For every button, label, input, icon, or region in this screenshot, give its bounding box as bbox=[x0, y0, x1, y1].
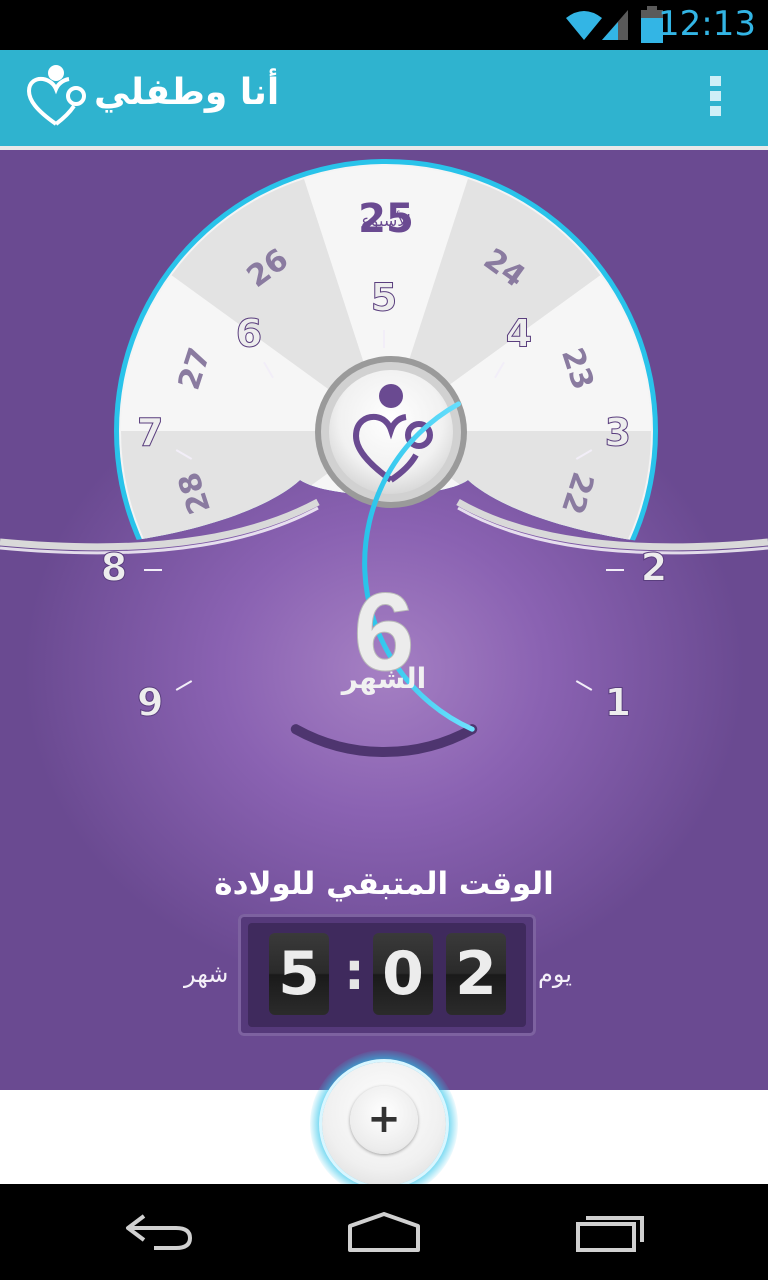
week-label: الأسبوع bbox=[361, 210, 411, 231]
month-tick bbox=[175, 680, 193, 691]
status-bar: 12:13 bbox=[0, 0, 768, 50]
add-button-label: + bbox=[350, 1086, 418, 1154]
pregnancy-tracker-panel: 29 28 27 26 25 الأسبوع 24 23 22 21 123456789 bbox=[0, 150, 768, 1090]
week-number[interactable]: 21 bbox=[477, 567, 531, 620]
month-number[interactable]: 2 bbox=[640, 545, 667, 590]
month-number[interactable]: 6 bbox=[235, 311, 262, 356]
home-icon[interactable] bbox=[346, 1210, 422, 1254]
month-number[interactable]: 9 bbox=[136, 680, 163, 725]
month-number[interactable]: 8 bbox=[100, 545, 127, 590]
recent-apps-icon[interactable] bbox=[574, 1210, 646, 1254]
month-number[interactable]: 7 bbox=[136, 410, 163, 455]
months-digit: 5 bbox=[269, 933, 329, 1015]
signal-icon bbox=[602, 10, 628, 40]
month-number[interactable]: 5 bbox=[370, 275, 397, 320]
back-icon[interactable] bbox=[124, 1210, 196, 1254]
countdown-title: الوقت المتبقي للولادة bbox=[214, 866, 554, 902]
wifi-icon bbox=[566, 11, 602, 40]
mother-baby-heart-logo bbox=[26, 65, 86, 126]
wheel-hub[interactable] bbox=[315, 356, 467, 508]
month-number[interactable]: 1 bbox=[604, 680, 631, 725]
month-unit-label: شهر bbox=[184, 960, 229, 988]
days-tens-digit: 0 bbox=[373, 933, 433, 1015]
status-time: 12:13 bbox=[658, 4, 756, 44]
countdown-display: 5 : 0 2 bbox=[238, 914, 536, 1036]
app-bar: أنا وطفلي bbox=[0, 50, 768, 146]
days-ones-digit: 2 bbox=[446, 933, 506, 1015]
month-number[interactable]: 3 bbox=[604, 410, 631, 455]
day-unit-label: يوم bbox=[538, 960, 572, 988]
month-number[interactable]: 4 bbox=[505, 311, 532, 356]
month-tick bbox=[575, 680, 593, 691]
month-label: الشهر bbox=[340, 662, 427, 695]
week-number[interactable]: 29 bbox=[241, 567, 295, 620]
app-title: أنا وطفلي bbox=[94, 72, 280, 113]
add-button[interactable]: + bbox=[310, 1050, 458, 1198]
navigation-bar bbox=[0, 1184, 768, 1280]
overflow-menu-icon[interactable] bbox=[710, 76, 724, 120]
countdown-separator: : bbox=[344, 942, 365, 1002]
